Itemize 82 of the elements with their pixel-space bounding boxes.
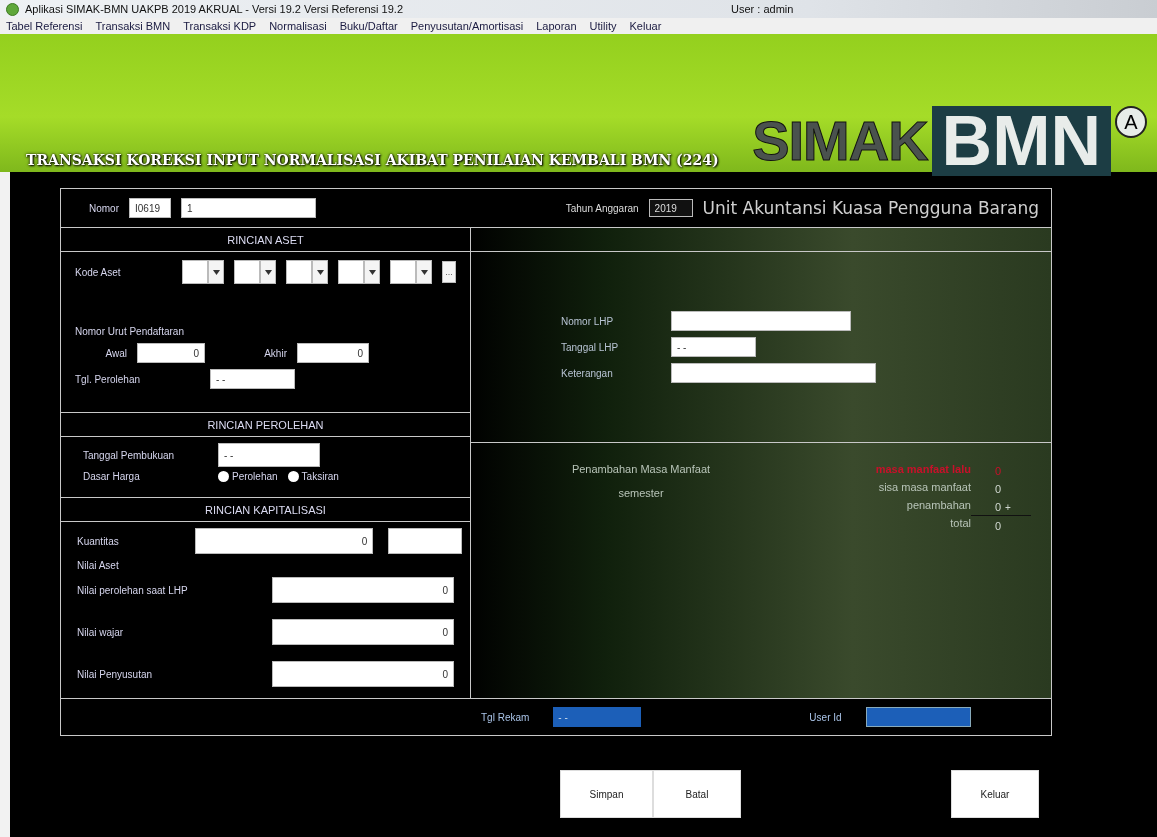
field-label: Nilai Penyusutan bbox=[77, 668, 153, 680]
subtitle: Unit Akuntansi Kuasa Pengguna Barang bbox=[702, 198, 1040, 218]
field-label: Tgl. Perolehan bbox=[75, 373, 141, 385]
nomor-field[interactable]: 1 bbox=[181, 198, 316, 218]
menu-item[interactable]: Normalisasi bbox=[269, 20, 327, 32]
field-label: Awal bbox=[105, 347, 127, 359]
app-icon bbox=[6, 2, 19, 16]
browse-button[interactable]: ... bbox=[442, 261, 456, 283]
date-field[interactable]: - - bbox=[218, 443, 320, 467]
user-label: User : admin bbox=[731, 3, 794, 15]
section-header: RINCIAN ASET bbox=[61, 228, 470, 252]
logo-badge: A bbox=[1115, 106, 1147, 138]
caret-icon bbox=[212, 269, 220, 275]
combo-box[interactable] bbox=[338, 260, 380, 284]
combo-box[interactable] bbox=[390, 260, 432, 284]
value-label: total bbox=[949, 517, 971, 531]
radio-option[interactable]: Perolehan bbox=[218, 471, 278, 482]
unit-label: semester bbox=[618, 487, 664, 499]
field-label: Nomor bbox=[89, 202, 119, 214]
field-label: Tgl Rekam bbox=[481, 711, 530, 723]
field-label: Nomor Urut Pendaftaran bbox=[75, 326, 185, 337]
quantity-field[interactable]: 0 bbox=[194, 528, 374, 554]
menu-item[interactable]: Keluar bbox=[629, 20, 662, 32]
year-field[interactable]: 2019 bbox=[648, 199, 693, 217]
field-label: Nilai perolehan saat LHP bbox=[77, 584, 188, 596]
operator-text: + bbox=[1005, 501, 1011, 513]
window-title: Aplikasi SIMAK-BMN UAKPB 2019 AKRUAL - Versi 19.2 Versi Referensi 19.2 bbox=[25, 3, 405, 15]
text-field[interactable]: - - bbox=[671, 337, 756, 357]
value-label: sisa masa manfaat bbox=[877, 481, 971, 495]
caret-icon bbox=[264, 269, 272, 275]
field-label: Akhir bbox=[264, 347, 287, 359]
field-label: Tanggal LHP bbox=[561, 341, 619, 353]
field-label: Keterangan bbox=[561, 367, 613, 379]
field-label: Nilai wajar bbox=[77, 626, 124, 638]
value-label: masa manfaat lalu bbox=[874, 463, 971, 477]
menu-item[interactable]: Laporan bbox=[536, 20, 577, 32]
section-header: RINCIAN KAPITALISASI bbox=[61, 497, 470, 522]
akhir-field[interactable]: 0 bbox=[297, 343, 369, 363]
date-field[interactable]: - - bbox=[210, 369, 295, 389]
menu-item[interactable]: Tabel Referensi bbox=[6, 20, 83, 32]
menu-item[interactable]: Transaksi BMN bbox=[95, 20, 171, 32]
action-button[interactable]: Keluar bbox=[951, 770, 1039, 818]
value-text: 0 bbox=[993, 483, 1001, 495]
logo-text: SIMAK bbox=[752, 113, 928, 169]
menu-item[interactable]: Transaksi KDP bbox=[183, 20, 257, 32]
section-header: RINCIAN PEROLEHAN bbox=[61, 412, 470, 437]
unit-field[interactable] bbox=[388, 528, 462, 554]
caret-icon bbox=[420, 269, 428, 275]
combo-box[interactable] bbox=[182, 260, 224, 284]
field-label: User Id bbox=[809, 711, 842, 723]
field-label: Nilai Aset bbox=[77, 560, 120, 571]
field-label: Tanggal Pembukuan bbox=[83, 449, 175, 461]
caret-icon bbox=[368, 269, 376, 275]
combo-box[interactable] bbox=[234, 260, 276, 284]
value-field[interactable]: 0 bbox=[272, 577, 454, 603]
field-label: Tahun Anggaran bbox=[565, 202, 639, 214]
text-field[interactable] bbox=[671, 363, 876, 383]
combo-box[interactable] bbox=[286, 260, 328, 284]
value-text: 0 bbox=[993, 520, 1001, 532]
menu-item[interactable]: Penyusutan/Amortisasi bbox=[410, 20, 524, 32]
value-field[interactable]: 0 bbox=[272, 619, 454, 645]
logo-text: BMN bbox=[931, 106, 1111, 176]
form-title: TRANSAKSI KOREKSI INPUT NORMALISASI AKIBAT PENILAIAN KEMBALI BMN (224) bbox=[25, 152, 720, 170]
value-text: 0 bbox=[993, 501, 1001, 513]
menu-item[interactable]: Buku/Daftar bbox=[339, 20, 398, 32]
date-field: - - bbox=[553, 707, 642, 727]
field-label: Dasar Harga bbox=[83, 471, 140, 482]
field-label: Nomor LHP bbox=[561, 315, 614, 327]
value-label: penambahan bbox=[905, 499, 971, 513]
value-text: 0 bbox=[993, 465, 1001, 477]
text-field[interactable] bbox=[671, 311, 851, 331]
nomor-prefix-field[interactable]: I0619 bbox=[129, 198, 171, 218]
menu-item[interactable]: Utility bbox=[589, 20, 617, 32]
action-button[interactable]: Simpan bbox=[560, 770, 653, 818]
field-label: Kode Aset bbox=[75, 266, 121, 278]
value-field[interactable]: 0 bbox=[272, 661, 454, 687]
field-label: Kuantitas bbox=[77, 535, 119, 547]
awal-field[interactable]: 0 bbox=[137, 343, 205, 363]
radio-option[interactable]: Taksiran bbox=[287, 471, 339, 482]
action-button[interactable]: Batal bbox=[653, 770, 741, 818]
section-label: Penambahan Masa Manfaat bbox=[571, 463, 711, 475]
caret-icon bbox=[316, 269, 324, 275]
